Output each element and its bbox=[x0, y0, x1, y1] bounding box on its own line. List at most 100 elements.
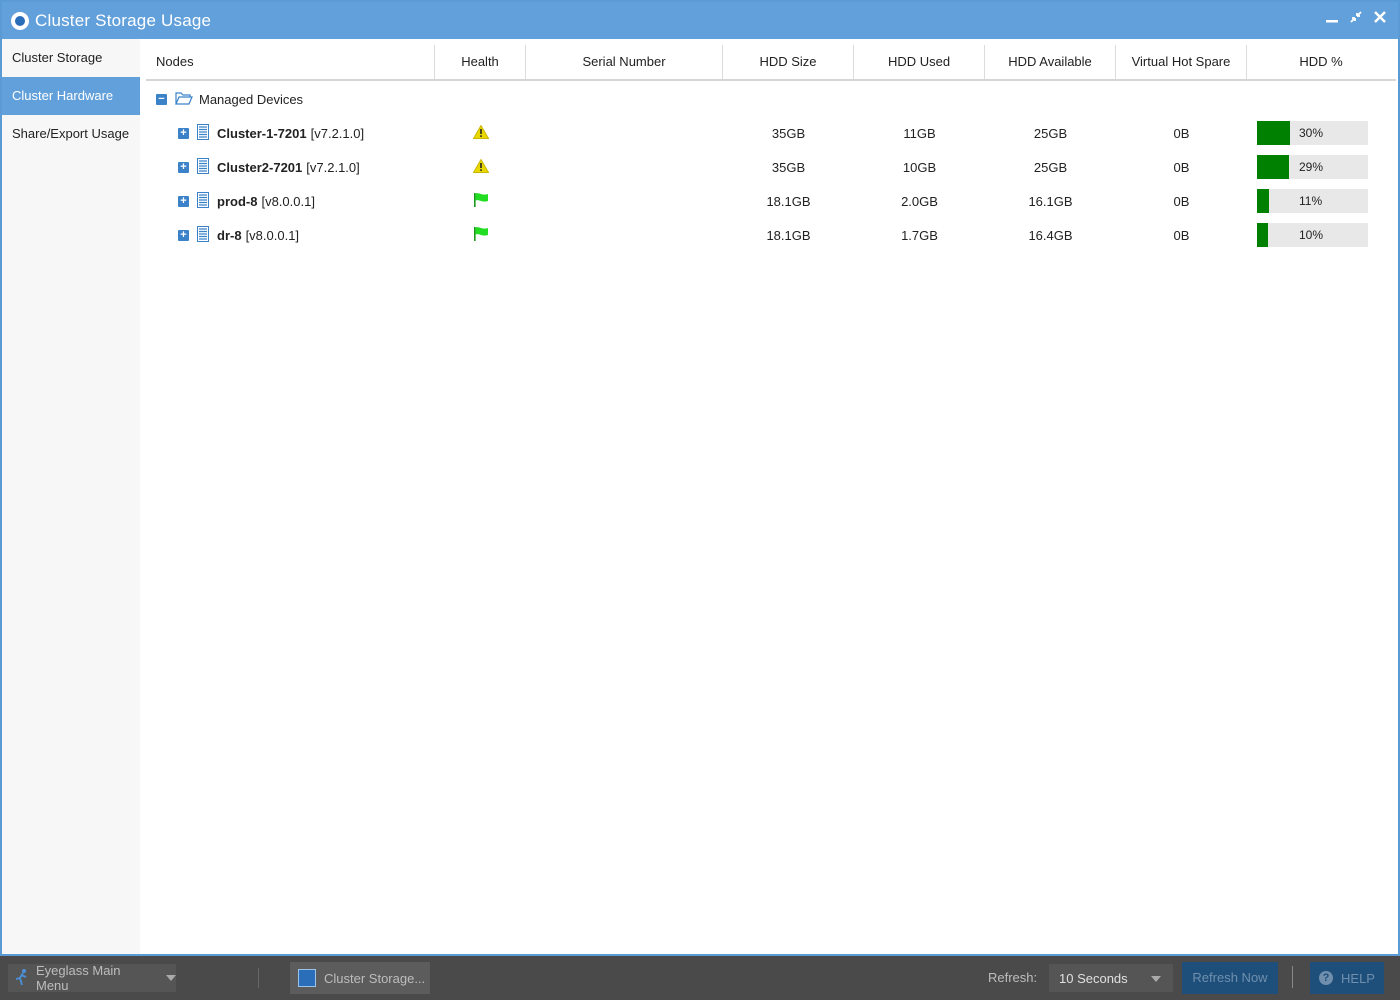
hdd-used: 11GB bbox=[903, 125, 936, 141]
hdd-usage-bar: 10% bbox=[1257, 223, 1368, 247]
column-header-hdd-used[interactable]: HDD Used bbox=[854, 45, 985, 79]
grid-header: Nodes Health Serial Number HDD Size HDD … bbox=[146, 45, 1396, 81]
chevron-down-icon bbox=[166, 975, 176, 981]
help-button[interactable]: ? HELP bbox=[1310, 962, 1384, 994]
main-menu-label: Eyeglass Main Menu bbox=[36, 963, 121, 993]
hdd-percent-cell: 29% bbox=[1247, 155, 1395, 179]
column-header-health[interactable]: Health bbox=[435, 45, 526, 79]
hdd-available: 16.1GB bbox=[1028, 193, 1073, 209]
warning-icon bbox=[472, 157, 489, 176]
chevron-down-icon bbox=[1151, 976, 1161, 982]
folder-open-icon bbox=[175, 91, 193, 108]
taskbar-window-button[interactable]: Cluster Storage... bbox=[290, 962, 430, 994]
window-controls bbox=[1324, 10, 1388, 28]
hdd-usage-percent: 29% bbox=[1299, 160, 1324, 174]
hdd-usage-percent: 11% bbox=[1299, 194, 1323, 208]
hdd-usage-bar-fill bbox=[1257, 155, 1290, 179]
collapse-icon[interactable]: − bbox=[156, 93, 167, 105]
hdd-size: 18.1GB bbox=[766, 193, 811, 209]
minimize-icon[interactable] bbox=[1324, 10, 1340, 28]
tree-root-label: Managed Devices bbox=[199, 91, 304, 107]
sidebar-item-share-export-usage[interactable]: Share/Export Usage bbox=[2, 115, 140, 153]
node-cell: + Cluster2-7201 [v7.2.1.0] bbox=[146, 157, 435, 177]
column-header-virtual-hot-spare[interactable]: Virtual Hot Spare bbox=[1116, 45, 1247, 79]
virtual-hot-spare: 0B bbox=[1173, 125, 1190, 141]
node-version: [v7.2.1.0] bbox=[310, 125, 365, 141]
table-row[interactable]: + Cluster2-7201 [v7.2.1.0] 35GB 10GB 25G… bbox=[146, 150, 1396, 184]
sidebar-item-cluster-hardware[interactable]: Cluster Hardware bbox=[2, 77, 140, 115]
expand-icon[interactable]: + bbox=[178, 229, 189, 241]
column-header-serial-number[interactable]: Serial Number bbox=[526, 45, 723, 79]
hdd-usage-bar-fill bbox=[1257, 223, 1269, 247]
node-name: Cluster-1-7201 bbox=[217, 125, 307, 141]
hardware-grid: Nodes Health Serial Number HDD Size HDD … bbox=[140, 39, 1398, 954]
hdd-percent-cell: 11% bbox=[1247, 189, 1395, 213]
main-menu-button[interactable]: Eyeglass Main Menu bbox=[8, 963, 176, 993]
ok-flag-icon bbox=[473, 192, 489, 211]
health-cell bbox=[435, 157, 526, 176]
hdd-size: 35GB bbox=[771, 125, 806, 141]
expand-icon[interactable]: + bbox=[178, 195, 189, 207]
table-row[interactable]: + prod-8 [v8.0.0.1] 18.1GB 2.0GB 16.1GB … bbox=[146, 184, 1396, 218]
expand-icon[interactable]: + bbox=[178, 127, 189, 139]
server-icon bbox=[197, 157, 209, 177]
warning-icon bbox=[472, 123, 489, 142]
health-cell bbox=[435, 192, 526, 211]
hdd-usage-bar: 30% bbox=[1257, 121, 1368, 145]
expand-icon[interactable]: + bbox=[178, 161, 189, 173]
tree-root-row[interactable]: − Managed Devices bbox=[146, 82, 1396, 116]
hdd-usage-bar-fill bbox=[1257, 189, 1270, 213]
hdd-usage-bar: 11% bbox=[1257, 189, 1368, 213]
hdd-percent-cell: 30% bbox=[1247, 121, 1395, 145]
refresh-label: Refresh: bbox=[988, 970, 1038, 985]
hdd-available: 25GB bbox=[1033, 125, 1068, 141]
health-cell bbox=[435, 123, 526, 142]
server-icon bbox=[197, 225, 209, 245]
close-icon[interactable] bbox=[1372, 10, 1388, 28]
node-version: [v8.0.0.1] bbox=[261, 193, 315, 209]
taskbar-window-label: Cluster Storage... bbox=[324, 970, 426, 986]
node-name: prod-8 bbox=[217, 193, 258, 209]
column-header-hdd-available[interactable]: HDD Available bbox=[985, 45, 1116, 79]
taskbar-divider bbox=[1292, 966, 1293, 988]
sidebar: Cluster Storage Cluster Hardware Share/E… bbox=[2, 39, 140, 954]
sidebar-item-cluster-storage[interactable]: Cluster Storage bbox=[2, 39, 140, 77]
refresh-interval-select[interactable]: 10 Seconds bbox=[1049, 964, 1173, 992]
table-row[interactable]: + Cluster-1-7201 [v7.2.1.0] 35GB 11GB 25… bbox=[146, 116, 1396, 150]
node-cell: + Cluster-1-7201 [v7.2.1.0] bbox=[146, 123, 435, 143]
hdd-used: 2.0GB bbox=[901, 193, 938, 209]
hdd-used: 10GB bbox=[902, 159, 937, 175]
health-cell bbox=[435, 226, 526, 245]
title-bar[interactable]: Cluster Storage Usage bbox=[2, 2, 1398, 39]
node-cell: + prod-8 [v8.0.0.1] bbox=[146, 191, 435, 211]
server-icon bbox=[197, 123, 209, 143]
node-version: [v8.0.0.1] bbox=[245, 227, 300, 243]
hdd-usage-percent: 10% bbox=[1299, 228, 1324, 242]
node-name: dr-8 bbox=[217, 227, 242, 243]
taskbar: Eyeglass Main Menu Cluster Storage... Re… bbox=[0, 956, 1400, 1000]
restore-icon[interactable] bbox=[1348, 10, 1364, 28]
cluster-storage-window-icon bbox=[298, 969, 316, 987]
column-header-hdd-size[interactable]: HDD Size bbox=[723, 45, 854, 79]
column-header-nodes[interactable]: Nodes bbox=[146, 45, 435, 79]
help-label: HELP bbox=[1341, 970, 1375, 986]
hdd-usage-bar-fill bbox=[1257, 121, 1291, 145]
help-icon: ? bbox=[1319, 971, 1334, 985]
hdd-usage-bar: 29% bbox=[1257, 155, 1368, 179]
server-icon bbox=[197, 191, 209, 211]
hdd-percent-cell: 10% bbox=[1247, 223, 1395, 247]
window-title: Cluster Storage Usage bbox=[35, 11, 212, 30]
app-logo-icon bbox=[11, 12, 29, 30]
refresh-now-button[interactable]: Refresh Now bbox=[1182, 962, 1278, 994]
app-window: Cluster Storage Usage Cluster Storage Cl… bbox=[0, 0, 1400, 956]
table-row[interactable]: + dr-8 [v8.0.0.1] 18.1GB 1.7GB 16.4GB 0B bbox=[146, 218, 1396, 252]
column-header-hdd-percent[interactable]: HDD % bbox=[1247, 45, 1395, 79]
hdd-available: 16.4GB bbox=[1028, 227, 1073, 243]
virtual-hot-spare: 0B bbox=[1173, 227, 1190, 243]
node-cell: + dr-8 [v8.0.0.1] bbox=[146, 225, 435, 245]
hdd-size: 35GB bbox=[771, 159, 806, 175]
node-version: [v7.2.1.0] bbox=[306, 159, 360, 175]
refresh-interval-value: 10 Seconds bbox=[1059, 970, 1128, 986]
grid-body: − Managed Devices + Cluster-1-7201 [v7.2… bbox=[146, 82, 1396, 252]
node-name: Cluster2-7201 bbox=[217, 159, 303, 175]
